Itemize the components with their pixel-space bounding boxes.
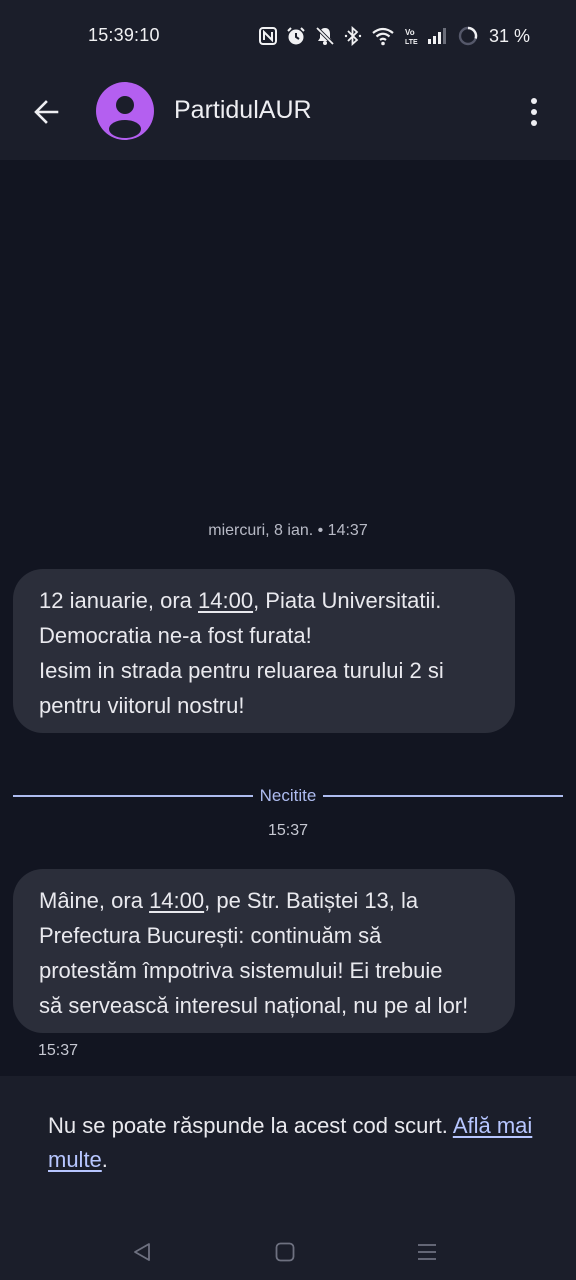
battery-percentage: 31 %: [488, 25, 530, 46]
time-link[interactable]: 14:00: [149, 888, 204, 913]
nfc-icon: [258, 27, 277, 45]
message-line: pentru viitorul nostru!: [39, 693, 245, 718]
nav-recents-icon: [418, 1244, 436, 1260]
more-vert-icon: [531, 98, 537, 126]
divider-line: [323, 795, 563, 797]
nav-back-icon: [134, 1243, 150, 1261]
message-bubble[interactable]: Mâine, ora 14:00, pe Str. Batiștei 13, l…: [13, 869, 515, 1033]
status-time: 15:39:10: [88, 25, 160, 45]
svg-text:LTE: LTE: [405, 39, 418, 46]
status-icons: Vo LTE 31 %: [258, 24, 530, 48]
arrow-left-icon: [34, 100, 59, 124]
person-icon: [109, 96, 141, 138]
message-line: să servească interesul național, nu pe a…: [39, 993, 469, 1018]
alarm-icon: [286, 26, 306, 46]
wifi-icon: [371, 26, 395, 46]
back-button[interactable]: [24, 90, 68, 134]
message-line: 12 ianuarie, ora 14:00, Piata Universita…: [39, 588, 442, 613]
messages-screen: 15:39:10 Vo LTE 31 % PartidulAUR miercur…: [0, 0, 576, 1280]
mute-icon: [315, 26, 335, 46]
nav-back-button[interactable]: [122, 1232, 162, 1272]
reply-notice-panel: Nu se poate răspunde la acest cod scurt.…: [0, 1076, 576, 1220]
navigation-bar: [0, 1220, 576, 1280]
time-link[interactable]: 14:00: [198, 588, 253, 613]
message-line: protestăm împotriva sistemului! Ei trebu…: [39, 958, 443, 983]
message-bubble[interactable]: 12 ianuarie, ora 14:00, Piata Universita…: [13, 569, 515, 733]
nav-home-icon: [275, 1242, 295, 1262]
message-line: Democratia ne-a fost furata!: [39, 623, 312, 648]
message-line: Iesim in strada pentru reluarea turului …: [39, 658, 444, 683]
volte-icon: Vo LTE: [404, 26, 418, 46]
bluetooth-icon: [344, 26, 362, 46]
nav-home-button[interactable]: [265, 1232, 305, 1272]
battery-icon: [458, 26, 478, 46]
nav-recents-button[interactable]: [407, 1232, 447, 1272]
avatar[interactable]: [96, 82, 154, 140]
reply-notice: Nu se poate răspunde la acest cod scurt.…: [48, 1109, 538, 1177]
unread-divider: Necitite: [13, 786, 563, 806]
more-options-button[interactable]: [516, 90, 552, 134]
reply-notice-text: Nu se poate răspunde la acest cod scurt.: [48, 1113, 453, 1138]
message-line: Mâine, ora 14:00, pe Str. Batiștei 13, l…: [39, 888, 419, 913]
contact-name[interactable]: PartidulAUR: [174, 96, 312, 125]
signal-icon: [427, 27, 449, 45]
svg-text:Vo: Vo: [405, 28, 415, 37]
message-timestamp: 15:37: [38, 1042, 79, 1059]
reply-notice-suffix: .: [101, 1147, 108, 1172]
unread-time: 15:37: [267, 822, 309, 839]
message-line: Prefectura București: continuăm să: [39, 923, 382, 948]
date-header: miercuri, 8 ian. • 14:37: [208, 522, 368, 539]
conversation-header: PartidulAUR: [0, 70, 576, 160]
status-bar: 15:39:10 Vo LTE 31 %: [0, 0, 576, 70]
